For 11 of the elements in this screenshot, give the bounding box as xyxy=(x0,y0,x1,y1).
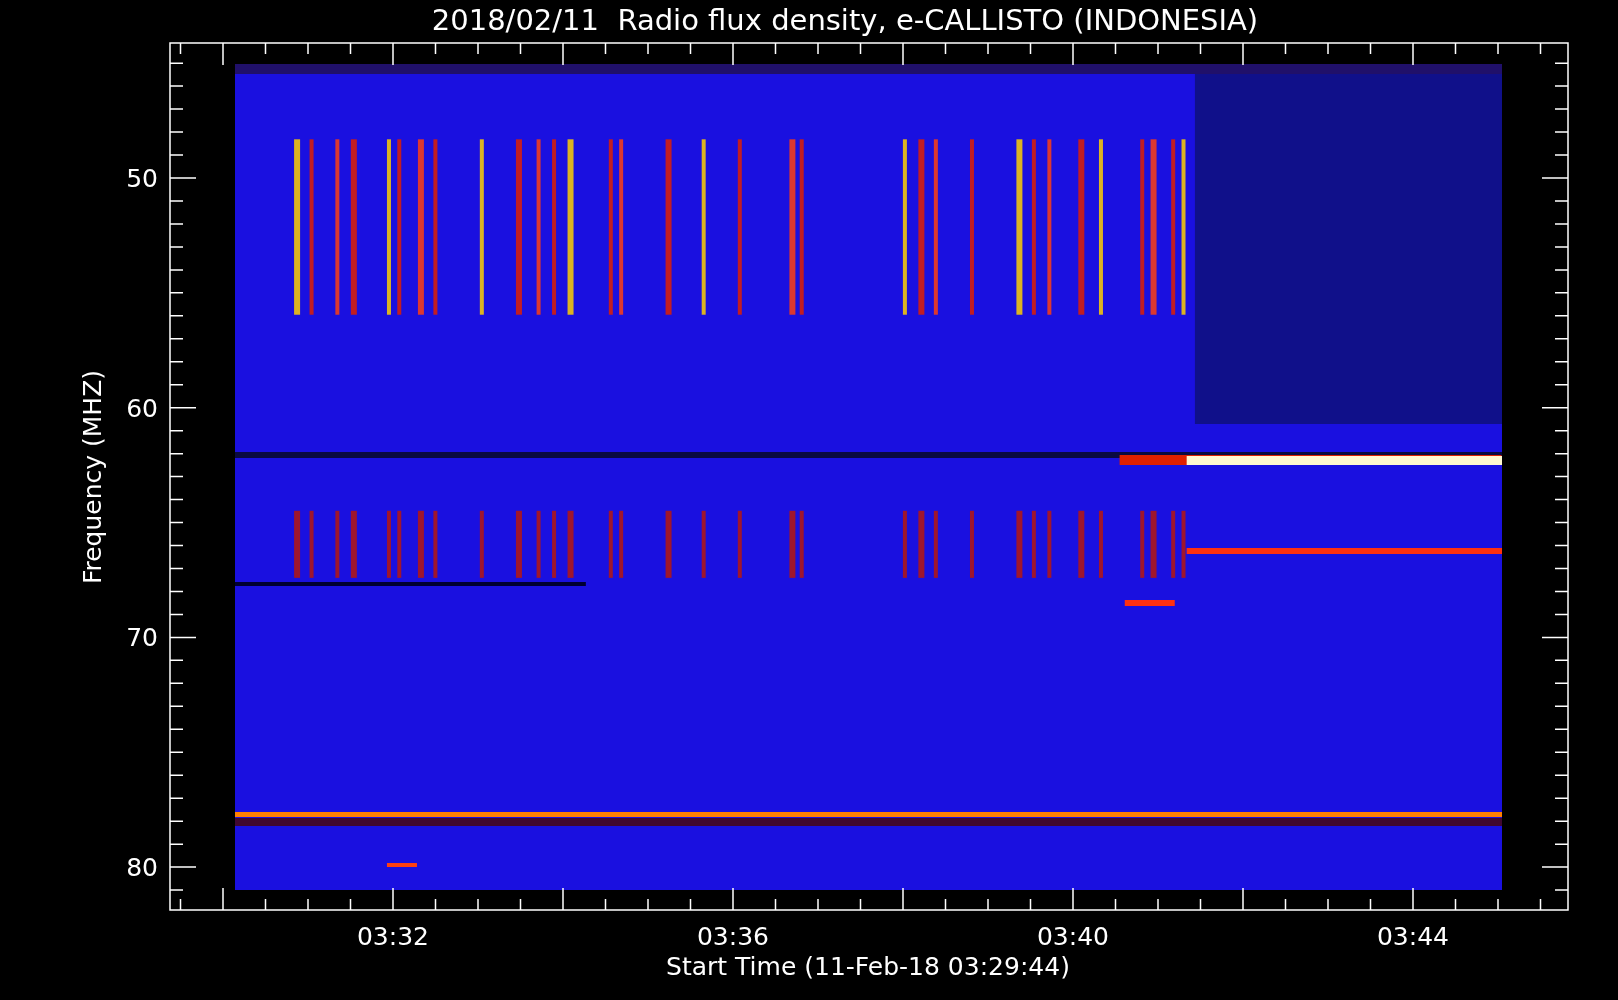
axis-tick-label: 70 xyxy=(126,623,158,653)
chart-title: 2018/02/11 Radio flux density, e-CALLISTO (INDONESIA) xyxy=(431,3,1259,37)
axis-tick-label: 03:32 xyxy=(357,922,429,951)
axis-title: Frequency (MHZ) xyxy=(78,369,107,585)
axis-tick-label: 50 xyxy=(126,164,158,193)
axis-tick-label: 03:36 xyxy=(697,922,769,951)
axis-tick-label: 03:44 xyxy=(1377,922,1449,951)
axis-tick-label: 60 xyxy=(126,393,158,423)
axis-tick-label: 80 xyxy=(126,853,158,883)
axis-tick-label: 03:40 xyxy=(1037,922,1109,951)
axis-title: Start Time (11-Feb-18 03:29:44) xyxy=(666,952,1070,981)
